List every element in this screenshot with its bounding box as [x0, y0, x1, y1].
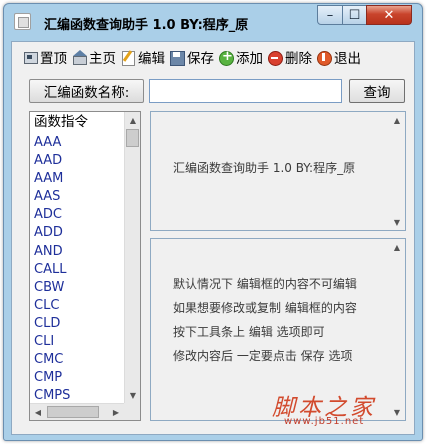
scroll-down-icon[interactable]: ▼	[125, 387, 140, 403]
info-line: 默认情况下 编辑框的内容不可编辑	[173, 277, 357, 291]
list-item[interactable]: CMC	[30, 351, 125, 369]
hscroll-thumb[interactable]	[47, 406, 99, 418]
client-area: 置顶 主页 编辑 保存 添加 删除	[11, 41, 415, 435]
save-icon	[169, 49, 185, 66]
function-list[interactable]: 函数指令 AAA AAD AAM AAS ADC ADD AND CALL CB…	[29, 111, 141, 421]
scroll-right-icon[interactable]: ▶	[108, 404, 124, 420]
add-button[interactable]: 添加	[217, 46, 264, 68]
maximize-button[interactable]: ☐	[342, 5, 367, 25]
pin-icon	[22, 49, 38, 65]
info-line: 按下工具条上 编辑 选项即可	[173, 325, 325, 339]
save-button[interactable]: 保存	[168, 46, 215, 68]
list-item[interactable]: AAD	[30, 152, 125, 170]
minimize-button[interactable]: –	[317, 5, 343, 25]
watermark: 脚本之家 www.jb51.net	[268, 388, 418, 432]
add-icon	[218, 49, 234, 66]
list-item[interactable]: CALL	[30, 261, 125, 279]
list-item[interactable]: ADC	[30, 206, 125, 224]
list-vertical-scrollbar[interactable]: ▲ ▼	[124, 112, 140, 403]
exit-label: 退出	[334, 51, 361, 67]
list-item[interactable]: CLI	[30, 333, 125, 351]
home-button[interactable]: 主页	[70, 46, 117, 68]
exit-button[interactable]: 退出	[315, 46, 362, 68]
list-item[interactable]: AAA	[30, 134, 125, 152]
info-line: 如果想要修改或复制 编辑框的内容	[173, 301, 357, 315]
edit-button[interactable]: 编辑	[119, 46, 166, 68]
list-item[interactable]: AAM	[30, 170, 125, 188]
window-title: 汇编函数查询助手 1.0 BY:程序_原	[44, 18, 249, 33]
exit-icon	[316, 49, 332, 66]
list-item[interactable]: ADD	[30, 224, 125, 242]
delete-button[interactable]: 删除	[266, 46, 313, 68]
list-item[interactable]: AAS	[30, 188, 125, 206]
scroll-corner	[124, 403, 140, 420]
scroll-up-icon[interactable]: ▲	[125, 112, 140, 128]
list-item[interactable]: CLD	[30, 315, 125, 333]
list-item[interactable]: CBW	[30, 279, 125, 297]
home-icon	[71, 49, 87, 65]
function-name-label: 汇编函数名称:	[29, 79, 144, 103]
info-line: 修改内容后 一定要点击 保存 选项	[173, 349, 353, 363]
detail-text: 汇编函数查询助手 1.0 BY:程序_原	[173, 161, 356, 175]
pin-label: 置顶	[40, 51, 67, 67]
detail-text-box[interactable]: 汇编函数查询助手 1.0 BY:程序_原 ▲ ▼	[150, 111, 406, 231]
scroll-up-icon[interactable]: ▲	[389, 112, 405, 128]
title-bar[interactable]: 汇编函数查询助手 1.0 BY:程序_原 – ☐ ✕	[4, 4, 422, 40]
list-item[interactable]: CLC	[30, 297, 125, 315]
watermark-url: www.jb51.net	[284, 416, 365, 427]
toolbar: 置顶 主页 编辑 保存 添加 删除	[12, 42, 414, 72]
close-button[interactable]: ✕	[366, 5, 412, 25]
query-button[interactable]: 查询	[349, 79, 405, 103]
save-label: 保存	[187, 51, 214, 67]
edit-icon	[120, 49, 136, 66]
scroll-thumb[interactable]	[126, 129, 139, 147]
scroll-down-icon[interactable]: ▼	[389, 214, 405, 230]
close-icon: ✕	[383, 7, 395, 23]
list-item[interactable]: CMP	[30, 369, 125, 387]
info-lines: 默认情况下 编辑框的内容不可编辑 如果想要修改或复制 编辑框的内容 按下工具条上…	[173, 272, 357, 368]
edit-label: 编辑	[138, 51, 165, 67]
home-label: 主页	[89, 51, 116, 67]
app-icon	[14, 13, 31, 30]
pin-button[interactable]: 置顶	[21, 46, 68, 68]
list-items: AAA AAD AAM AAS ADC ADD AND CALL CBW CLC…	[30, 134, 125, 405]
scroll-up-icon[interactable]: ▲	[389, 239, 405, 255]
minimize-icon: –	[326, 7, 334, 23]
delete-icon	[267, 49, 283, 66]
detail-scrollbar[interactable]: ▲ ▼	[389, 112, 405, 230]
add-label: 添加	[236, 51, 263, 67]
function-name-input[interactable]	[149, 79, 342, 103]
list-header: 函数指令	[34, 114, 88, 130]
maximize-icon: ☐	[348, 7, 361, 23]
delete-label: 删除	[285, 51, 312, 67]
scroll-left-icon[interactable]: ◀	[30, 404, 46, 420]
app-window: 汇编函数查询助手 1.0 BY:程序_原 – ☐ ✕ 置顶 主页 编辑 保存 +…	[3, 3, 423, 441]
list-item[interactable]: AND	[30, 243, 125, 261]
